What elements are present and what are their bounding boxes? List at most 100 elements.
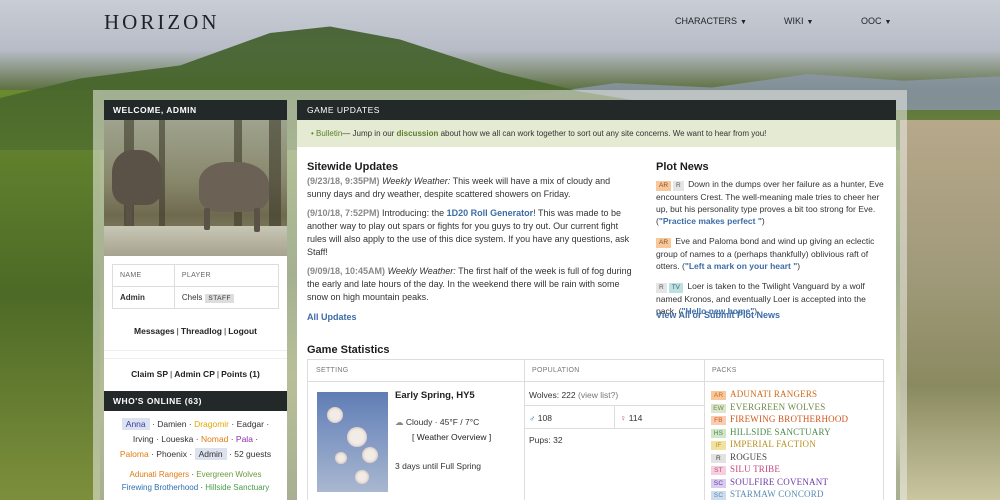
online-user[interactable]: Phoenix <box>156 449 187 459</box>
population-column-header: POPULATION <box>524 360 704 382</box>
all-updates-link[interactable]: All Updates <box>307 312 357 322</box>
nav-wiki[interactable]: WIKI ▼ <box>784 16 813 26</box>
guest-count: 52 guests <box>234 449 272 459</box>
online-pack[interactable]: Hillside Sanctuary <box>205 483 269 492</box>
setting-column-header: SETTING <box>308 360 524 382</box>
pack-name[interactable]: SOULFIRE COVENANT <box>730 477 828 487</box>
online-users-line-3: Paloma · Phoenix · Admin · 52 guests <box>119 448 272 460</box>
online-user[interactable]: Irving <box>133 434 154 444</box>
pack-abbreviation-badge: FB <box>711 416 726 425</box>
player-name[interactable]: Chels <box>182 293 202 302</box>
site-logo[interactable]: HORIZON <box>104 10 220 35</box>
threadlog-link[interactable]: Threadlog <box>181 326 222 336</box>
pack-abbreviation-badge: R <box>711 453 726 463</box>
name-column-header: NAME <box>112 264 175 287</box>
online-user[interactable]: Damien <box>157 419 186 429</box>
pack-name[interactable]: HILLSIDE SANCTUARY <box>730 427 831 437</box>
tag-badge: TV <box>668 283 684 293</box>
online-pack[interactable]: Firewing Brotherhood <box>122 483 198 492</box>
online-pack[interactable]: Adunati Rangers <box>130 470 190 479</box>
chevron-down-icon: ▼ <box>740 19 747 26</box>
pack-item[interactable]: IF IMPERIAL FACTION <box>711 439 816 450</box>
online-user[interactable]: Admin <box>194 448 227 460</box>
pack-item[interactable]: EW EVERGREEN WOLVES <box>711 402 825 413</box>
pack-name[interactable]: STARMAW CONCORD <box>730 489 824 499</box>
account-links: Messages | Threadlog | Logout <box>104 313 287 351</box>
tag-badge: AR <box>656 238 672 248</box>
packs-column-header: PACKS <box>704 360 885 382</box>
online-user[interactable]: Loueska <box>161 434 193 444</box>
pack-item[interactable]: R ROGUES <box>711 452 767 463</box>
pack-name[interactable]: SILU TRIBE <box>730 464 780 474</box>
character-name[interactable]: Admin <box>112 286 175 309</box>
pack-abbreviation-badge: IF <box>711 441 726 450</box>
male-icon: ♂ <box>529 413 536 423</box>
bulletin-label: Bulletin <box>316 129 343 138</box>
pack-item[interactable]: ST SILU TRIBE <box>711 464 780 475</box>
messages-link[interactable]: Messages <box>134 326 175 336</box>
update-text: Introducing: the <box>379 208 447 218</box>
pack-abbreviation-badge: SC <box>711 491 726 500</box>
pack-abbreviation-badge: SC <box>711 478 726 488</box>
plot-thread-link[interactable]: "Left a mark on your heart " <box>685 261 797 271</box>
update-date: (9/10/18, 7:52PM) <box>307 208 380 218</box>
online-user[interactable]: Dragomir <box>194 419 229 429</box>
top-navigation-bar: HORIZON CHARACTERS ▼ WIKI ▼ OOC ▼ <box>0 0 1000 45</box>
online-user[interactable]: Anna <box>121 418 150 430</box>
view-plot-news-link[interactable]: View All or Submit Plot News <box>656 310 780 320</box>
background-left-hill <box>0 90 100 500</box>
online-user[interactable]: Eadgar <box>237 419 264 429</box>
sitewide-updates-list: (9/23/18, 9:35PM) Weekly Weather: This w… <box>307 175 632 310</box>
plot-thread-link[interactable]: "Practice makes perfect " <box>659 216 762 226</box>
online-user[interactable]: Paloma <box>120 449 149 459</box>
points-link[interactable]: Points (1) <box>221 369 260 379</box>
pack-name[interactable]: EVERGREEN WOLVES <box>730 402 825 412</box>
logout-link[interactable]: Logout <box>228 326 257 336</box>
pack-abbreviation-badge: AR <box>711 391 726 400</box>
plot-news-title: Plot News <box>656 161 709 173</box>
bulletin-text: — Jump in our <box>342 129 397 138</box>
pack-abbreviation-badge: HS <box>711 428 726 438</box>
online-users-line-1: Anna · Damien · Dragomir · Eadgar · <box>104 417 287 432</box>
game-statistics-title: Game Statistics <box>307 344 390 356</box>
bulletin-discussion-link[interactable]: discussion <box>397 129 439 138</box>
background-cliff <box>900 120 1000 500</box>
pups-label: Pups: <box>529 435 551 445</box>
chevron-down-icon: ▼ <box>884 19 892 26</box>
pack-item[interactable]: FB FIREWING BROTHERHOOD <box>711 414 848 425</box>
avatar <box>104 120 287 256</box>
pack-name[interactable]: ADUNATI RANGERS <box>730 389 817 399</box>
online-users-line-2: Irving · Loueska · Nomad · Pala · <box>132 434 259 444</box>
wolves-count: Wolves: 222 (view list?) <box>529 390 618 400</box>
online-packs: Adunati Rangers · Evergreen Wolves Firew… <box>121 470 270 492</box>
view-wolves-list-link[interactable]: (view list?) <box>578 390 618 400</box>
pack-name[interactable]: ROGUES <box>730 452 767 462</box>
sitewide-updates-title: Sitewide Updates <box>307 161 399 173</box>
update-date: (9/23/18, 9:35PM) <box>307 176 380 186</box>
claim-sp-link[interactable]: Claim SP <box>131 369 168 379</box>
whos-online-list: Anna · Damien · Dragomir · Eadgar · Irvi… <box>104 411 287 500</box>
pack-item[interactable]: SC SOULFIRE COVENANT <box>711 477 828 488</box>
pack-item[interactable]: SC STARMAW CONCORD <box>711 489 824 500</box>
bulletin-bar: • Bulletin— Jump in our discussion about… <box>297 120 896 147</box>
pack-item[interactable]: HS HILLSIDE SANCTUARY <box>711 427 831 438</box>
season-countdown: 3 days until Full Spring <box>395 461 481 471</box>
player-column-header: PLAYER <box>173 264 280 287</box>
update-label: Weekly Weather: <box>387 266 456 276</box>
update-item: (9/10/18, 7:52PM) Introducing: the 1D20 … <box>307 207 632 259</box>
roll-generator-link[interactable]: 1D20 Roll Generator <box>447 208 534 218</box>
online-pack[interactable]: Evergreen Wolves <box>196 470 261 479</box>
plot-text-end: ) <box>797 261 801 271</box>
admin-cp-link[interactable]: Admin CP <box>174 369 215 379</box>
plot-text-end: ) <box>761 216 765 226</box>
pack-name[interactable]: FIREWING BROTHERHOOD <box>730 414 848 424</box>
pack-item[interactable]: AR ADUNATI RANGERS <box>711 389 817 400</box>
nav-characters[interactable]: CHARACTERS ▼ <box>675 16 747 26</box>
pack-name[interactable]: IMPERIAL FACTION <box>730 439 816 449</box>
weather-overview-link[interactable]: [ Weather Overview ] <box>412 432 491 442</box>
online-user[interactable]: Nomad <box>201 434 228 444</box>
season-image <box>317 392 388 492</box>
online-user[interactable]: Pala <box>236 434 253 444</box>
nav-ooc[interactable]: OOC ▼ <box>861 16 891 26</box>
season-title: Early Spring, HY5 <box>395 390 475 401</box>
